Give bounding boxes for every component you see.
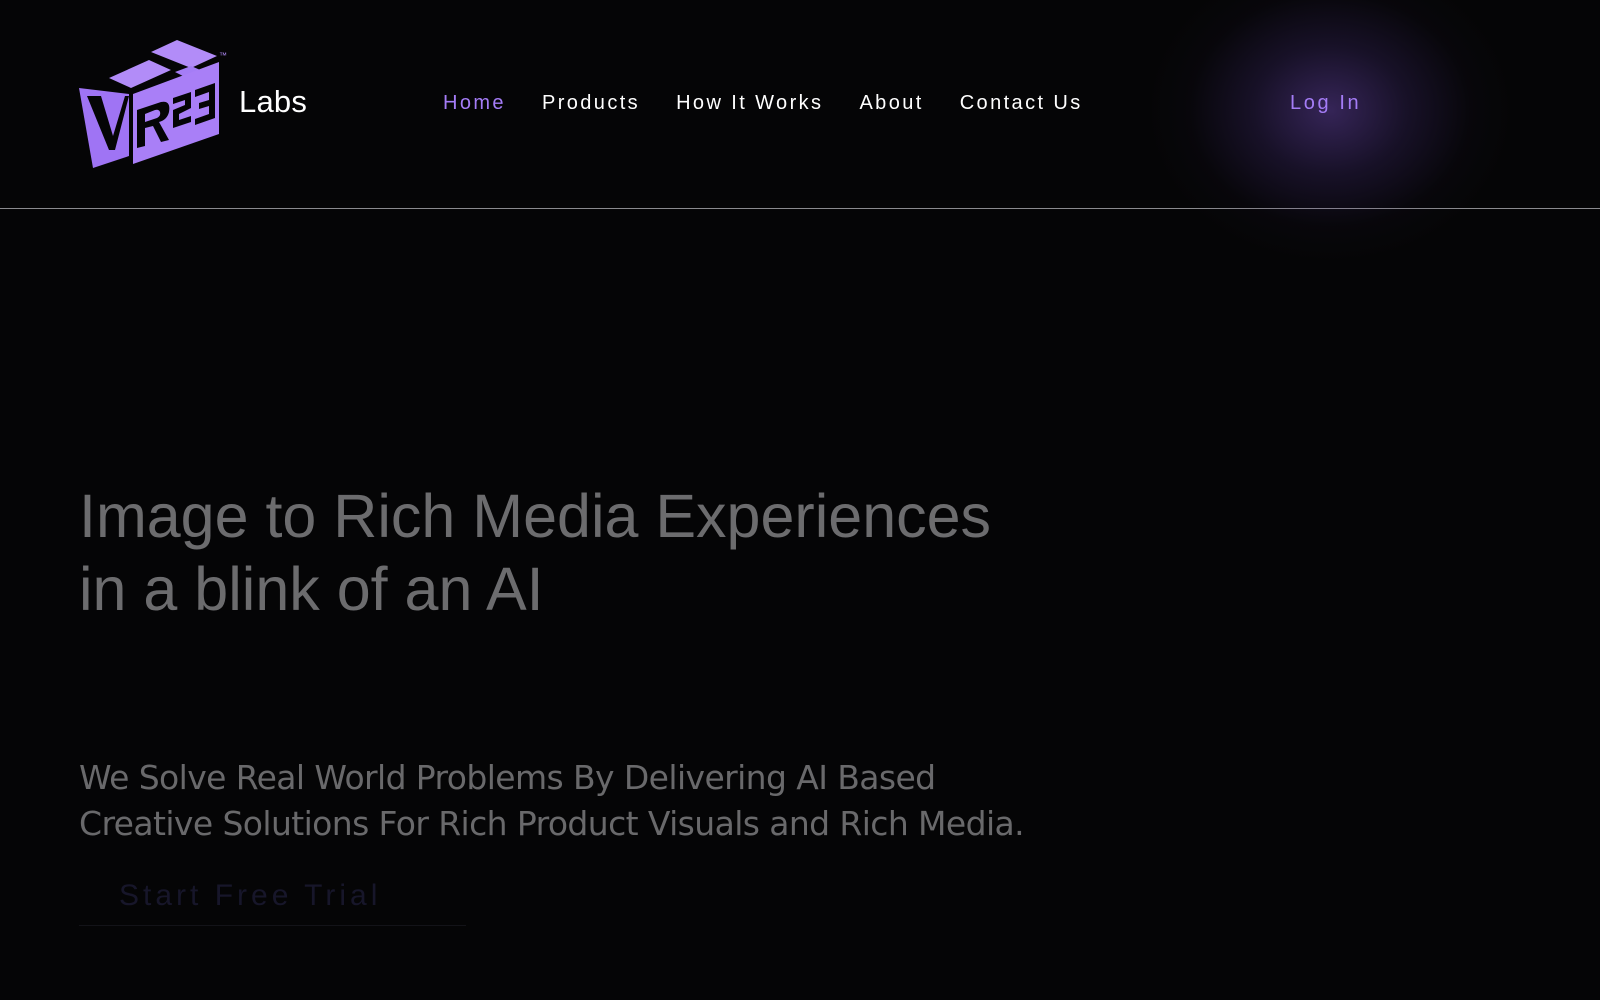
hero-subtitle-line-1: We Solve Real World Problems By Deliveri…	[79, 758, 936, 797]
hero-title-line-2: in a blink of an AI	[79, 555, 544, 623]
nav-item-contact-us[interactable]: Contact Us	[960, 92, 1083, 115]
main-nav: Home Products How It Works About Contact…	[443, 92, 1083, 115]
start-free-trial-button[interactable]: Start Free Trial	[79, 866, 466, 926]
hero-subtitle: We Solve Real World Problems By Deliveri…	[79, 755, 1079, 847]
page: ™ Labs Home Products How It Works About …	[0, 0, 1600, 1000]
hero-subtitle-line-2: Creative Solutions For Rich Product Visu…	[79, 804, 1025, 843]
nav-item-about[interactable]: About	[859, 92, 923, 115]
login-button[interactable]: Log In	[1290, 92, 1361, 115]
trademark-mark: ™	[219, 51, 227, 60]
nav-item-products[interactable]: Products	[542, 92, 640, 115]
nav-item-how-it-works[interactable]: How It Works	[676, 92, 823, 115]
nav-item-home[interactable]: Home	[443, 92, 506, 115]
login-glow	[1150, 0, 1510, 260]
hero-title: Image to Rich Media Experiences in a bli…	[79, 480, 1039, 626]
r23-cube-logo-icon[interactable]: ™	[79, 38, 229, 170]
site-header: ™ Labs Home Products How It Works About …	[0, 0, 1600, 260]
brand-name: Labs	[239, 84, 308, 119]
hero-title-line-1: Image to Rich Media Experiences	[79, 482, 992, 550]
